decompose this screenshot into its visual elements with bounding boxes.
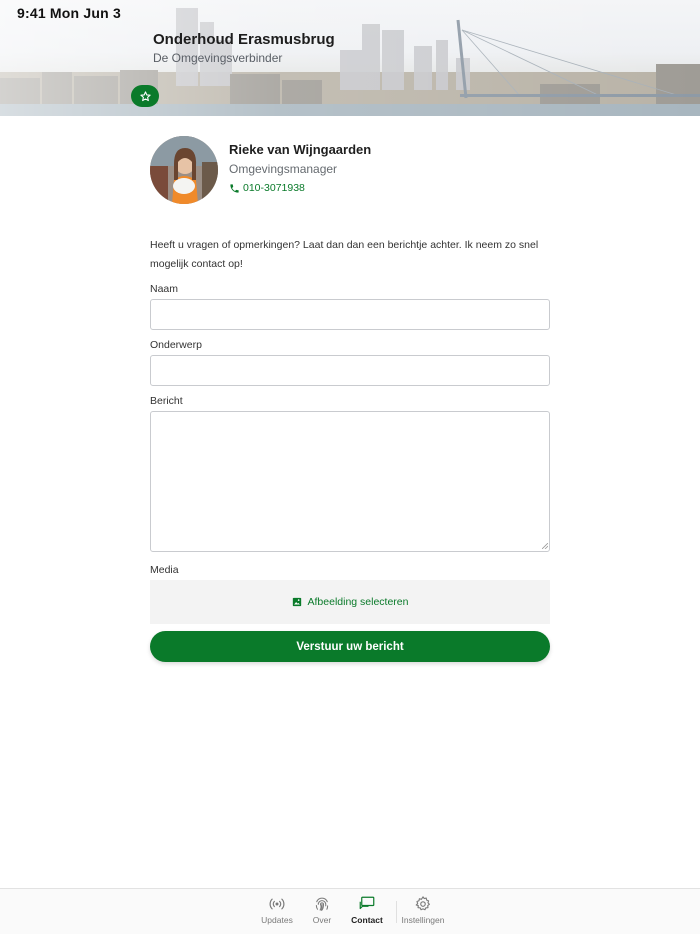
form-intro-text: Heeft u vragen of opmerkingen? Laat dan … (150, 239, 539, 270)
tab-contact-label: Contact (351, 915, 383, 925)
tab-updates-label: Updates (261, 915, 293, 925)
message-label: Bericht (150, 395, 183, 407)
tab-bar: Updates Over Contact Instellingen (0, 888, 700, 934)
phone-icon (230, 183, 239, 193)
fingerprint-icon (315, 897, 329, 911)
tab-over-label: Over (312, 915, 332, 925)
contact-role: Omgevingsmanager (229, 162, 338, 176)
contact-name: Rieke van Wijngaarden (229, 142, 372, 157)
page-title: Onderhoud Erasmusbrug (153, 31, 335, 48)
image-icon (292, 597, 301, 607)
chat-icon (359, 896, 375, 910)
header-banner: 9:41 Mon Jun 3 Onderhoud Erasmusbrug De … (0, 0, 700, 116)
contact-phone-number: 010-3071938 (243, 182, 305, 194)
favorite-button[interactable] (131, 85, 159, 107)
tab-instellingen[interactable]: Instellingen (395, 895, 451, 925)
subject-input[interactable] (150, 355, 550, 386)
subject-label: Onderwerp (150, 339, 202, 351)
contact-photo (150, 136, 218, 204)
tab-contact[interactable]: Contact (339, 895, 395, 925)
avatar (150, 136, 218, 204)
media-label: Media (150, 564, 179, 576)
name-input[interactable] (150, 299, 550, 330)
gear-icon (415, 896, 430, 911)
page-subtitle: De Omgevingsverbinder (153, 51, 283, 65)
broadcast-icon (269, 898, 285, 910)
resize-grip-icon[interactable] (542, 543, 548, 549)
submit-button[interactable]: Verstuur uw bericht (150, 631, 550, 662)
status-bar-time: 9:41 Mon Jun 3 (17, 5, 121, 21)
select-image-button[interactable]: Afbeelding selecteren (150, 580, 550, 624)
message-textarea[interactable] (150, 411, 550, 552)
tab-instellingen-label: Instellingen (401, 915, 445, 925)
select-image-label: Afbeelding selecteren (307, 596, 409, 608)
name-label: Naam (150, 283, 179, 295)
contact-phone-link[interactable]: 010-3071938 (229, 182, 305, 194)
star-icon (139, 90, 151, 101)
